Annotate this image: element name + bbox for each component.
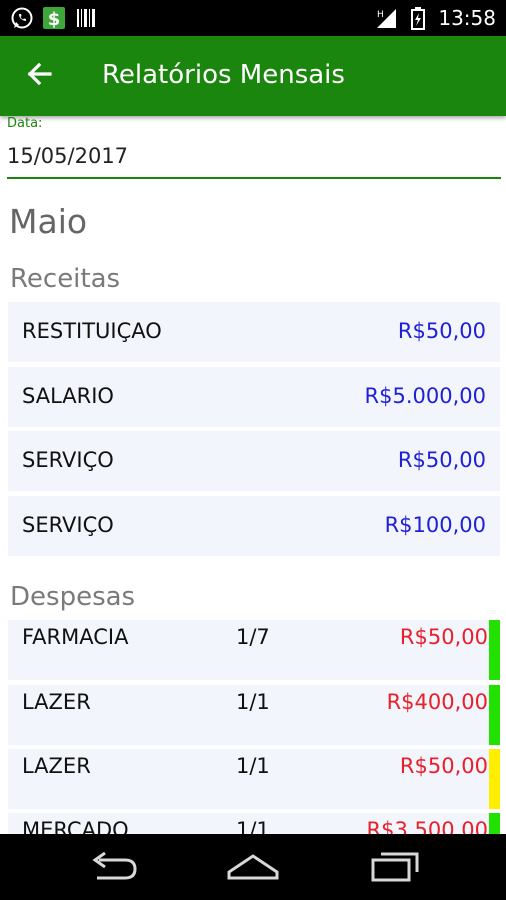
- svg-text:H: H: [377, 10, 384, 20]
- expense-row[interactable]: LAZER 1/1 R$400,00: [8, 685, 500, 745]
- income-amount: R$5.000,00: [364, 384, 486, 408]
- home-nav-icon: [227, 854, 279, 880]
- expense-status-indicator: [489, 813, 500, 834]
- income-name: SALARIO: [22, 384, 114, 408]
- expense-installment: 1/1: [236, 818, 270, 834]
- expense-row[interactable]: FARMACIA 1/7 R$50,00: [8, 620, 500, 680]
- income-name: SERVIÇO: [22, 448, 114, 472]
- recents-nav-button[interactable]: [367, 850, 423, 884]
- expense-amount: R$400,00: [386, 690, 488, 714]
- income-amount: R$100,00: [384, 513, 486, 537]
- date-label: Data:: [7, 116, 43, 131]
- back-nav-button[interactable]: [85, 850, 141, 884]
- app-bar: Relatórios Mensais: [0, 36, 506, 116]
- expense-amount: R$50,00: [399, 625, 488, 649]
- expense-amount: R$50,00: [399, 754, 488, 778]
- month-title: Maio: [9, 202, 88, 241]
- income-amount: R$50,00: [397, 448, 486, 472]
- svg-text:$: $: [48, 9, 61, 30]
- income-amount: R$50,00: [397, 319, 486, 343]
- dollar-app-icon: $: [42, 6, 66, 30]
- notification-icons: $: [10, 6, 98, 30]
- date-field-underline: [7, 177, 501, 179]
- expense-name: FARMACIA: [22, 625, 129, 649]
- report-content[interactable]: Data: 15/05/2017 Maio Receitas RESTITUIÇ…: [0, 116, 506, 834]
- income-name: RESTITUIÇAO: [22, 319, 162, 343]
- expense-name: MERCADO: [22, 818, 129, 834]
- back-nav-icon: [92, 851, 137, 880]
- expense-row[interactable]: MERCADO 1/1 R$3.500,00: [8, 813, 500, 834]
- expense-installment: 1/1: [236, 690, 270, 714]
- income-row[interactable]: SALARIO R$5.000,00: [8, 367, 500, 427]
- expense-installment: 1/7: [236, 625, 270, 649]
- expense-amount: R$3.500,00: [366, 818, 488, 834]
- expense-status-indicator: [489, 685, 500, 745]
- expense-name: LAZER: [22, 754, 91, 778]
- page-title: Relatórios Mensais: [102, 60, 345, 90]
- income-row[interactable]: RESTITUIÇAO R$50,00: [8, 302, 500, 362]
- section-title-receitas: Receitas: [10, 264, 121, 294]
- expense-installment: 1/1: [236, 754, 270, 778]
- clock: 13:58: [438, 6, 496, 30]
- expense-name: LAZER: [22, 690, 91, 714]
- whatsapp-icon: [10, 6, 34, 30]
- home-nav-button[interactable]: [225, 850, 281, 884]
- status-bar: $ H 13:58: [0, 0, 506, 36]
- expense-status-indicator: [489, 749, 500, 809]
- battery-icon: [406, 6, 430, 30]
- arrow-left-icon: [27, 62, 52, 86]
- recents-nav-icon: [371, 852, 419, 882]
- expense-status-indicator: [489, 620, 500, 680]
- navigation-bar: [0, 834, 506, 900]
- date-field[interactable]: 15/05/2017: [7, 144, 128, 168]
- system-status: H 13:58: [374, 5, 496, 31]
- expense-row[interactable]: LAZER 1/1 R$50,00: [8, 749, 500, 809]
- barcode-icon: [74, 6, 98, 30]
- section-title-despesas: Despesas: [10, 582, 136, 612]
- income-row[interactable]: SERVIÇO R$100,00: [8, 496, 500, 556]
- back-button[interactable]: [20, 54, 60, 94]
- income-name: SERVIÇO: [22, 513, 114, 537]
- income-row[interactable]: SERVIÇO R$50,00: [8, 431, 500, 491]
- signal-icon: H: [374, 6, 398, 30]
